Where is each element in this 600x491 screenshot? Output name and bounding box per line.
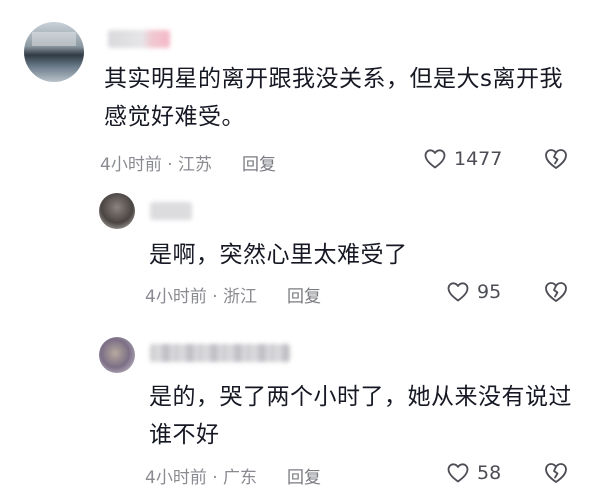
- heart-outline-icon: [447, 282, 469, 302]
- meta-separator: ·: [161, 155, 179, 175]
- meta-separator: ·: [206, 287, 224, 307]
- meta-separator: ·: [206, 468, 224, 488]
- like-button[interactable]: 95: [446, 280, 501, 304]
- username-blurred[interactable]: [108, 30, 170, 48]
- heart-outline-icon: [424, 149, 446, 169]
- like-count: 58: [477, 462, 502, 484]
- reply-text: 是啊，突然心里太难受了: [149, 242, 408, 268]
- reply-button[interactable]: 回复: [242, 155, 276, 175]
- like-button[interactable]: 1477: [423, 147, 502, 171]
- reply-text: 是的，哭了两个小时了，她从来没有说过谁不好: [149, 384, 572, 448]
- broken-heart-icon[interactable]: [543, 279, 569, 305]
- reply-time: 4小时前: [145, 468, 207, 488]
- heart-outline-icon: [447, 463, 469, 483]
- reply-time: 4小时前: [145, 287, 207, 307]
- broken-heart-icon[interactable]: [543, 460, 569, 486]
- avatar[interactable]: [24, 22, 84, 82]
- comment-thread: 其实明星的离开跟我没关系，但是大s离开我感觉好难受。 4小时前 · 江苏 回复 1…: [0, 0, 600, 491]
- username-blurred[interactable]: [150, 202, 192, 220]
- reply-meta: 4小时前 · 浙江 回复: [145, 282, 321, 307]
- comment-time: 4小时前: [100, 155, 162, 175]
- reply-location: 广东: [223, 468, 258, 488]
- username-blurred[interactable]: [150, 344, 290, 362]
- like-count: 95: [477, 281, 502, 303]
- comment-meta: 4小时前 · 江苏 回复: [100, 150, 276, 175]
- comment-location: 江苏: [178, 155, 213, 175]
- avatar[interactable]: [99, 337, 135, 373]
- reply-meta: 4小时前 · 广东 回复: [145, 463, 321, 488]
- like-button[interactable]: 58: [446, 461, 501, 485]
- comment-text: 其实明星的离开跟我没关系，但是大s离开我感觉好难受。: [104, 66, 563, 130]
- like-count: 1477: [454, 148, 503, 170]
- reply-button[interactable]: 回复: [287, 468, 321, 488]
- broken-heart-icon[interactable]: [543, 146, 569, 172]
- avatar[interactable]: [99, 193, 135, 229]
- reply-location: 浙江: [223, 287, 258, 307]
- reply-button[interactable]: 回复: [287, 287, 321, 307]
